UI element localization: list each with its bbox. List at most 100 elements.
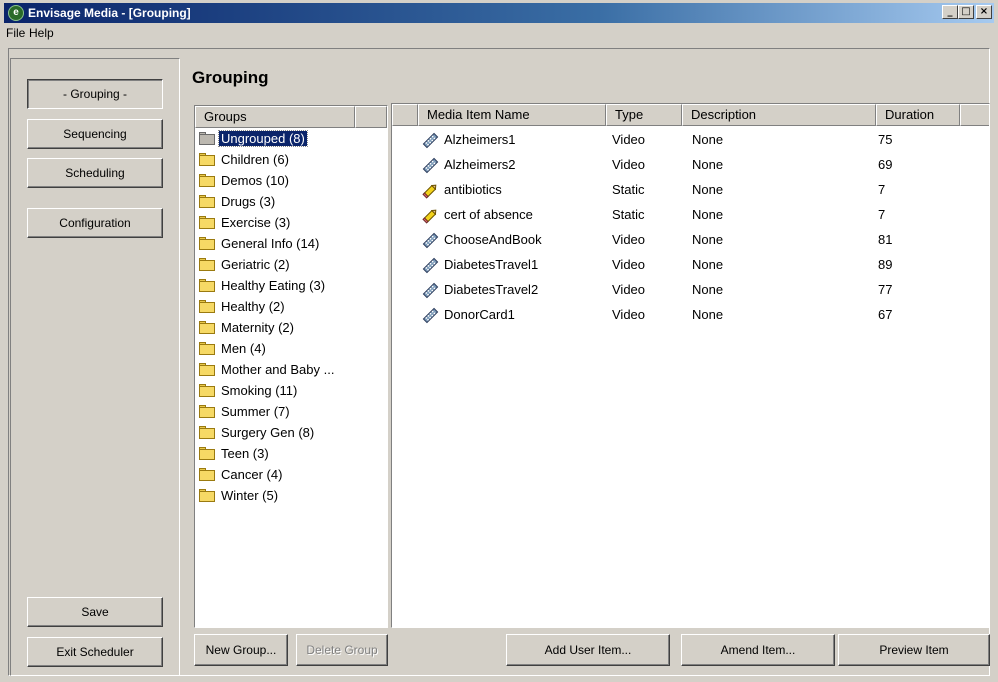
- group-item-label: Healthy (2): [221, 298, 285, 314]
- media-duration-cell: 7: [878, 182, 886, 197]
- menu-file[interactable]: File: [6, 26, 25, 40]
- group-item-label: Men (4): [221, 340, 266, 356]
- page-title: Grouping: [192, 68, 269, 87]
- media-type-cell: Static: [612, 182, 645, 197]
- group-item-label: Smoking (11): [221, 382, 298, 398]
- col-header-type[interactable]: Type: [606, 104, 682, 126]
- icon-column-header[interactable]: [392, 104, 418, 126]
- group-item[interactable]: Smoking (11): [199, 380, 299, 400]
- folder-icon: [199, 383, 215, 397]
- media-name-cell: ChooseAndBook: [444, 232, 542, 247]
- media-description-cell: None: [692, 157, 724, 172]
- group-item[interactable]: General Info (14): [199, 233, 321, 253]
- media-description-cell: None: [692, 132, 724, 147]
- media-name-cell: Alzheimers2: [444, 157, 516, 172]
- sidebar: - Grouping - Sequencing Scheduling Confi…: [10, 58, 180, 676]
- table-row[interactable]: DiabetesTravel1 Video None 89: [392, 253, 989, 278]
- group-item[interactable]: Children (6): [199, 149, 291, 169]
- minimize-button[interactable]: _: [942, 5, 958, 19]
- media-description-cell: None: [692, 207, 724, 222]
- table-row[interactable]: antibiotics Static None 7: [392, 178, 989, 203]
- media-name-cell: DonorCard1: [444, 307, 515, 322]
- nav-sequencing-button[interactable]: Sequencing: [27, 119, 163, 149]
- nav-scheduling-button[interactable]: Scheduling: [27, 158, 163, 188]
- media-duration-cell: 77: [878, 282, 893, 297]
- group-item[interactable]: Maternity (2): [199, 317, 296, 337]
- folder-icon: [199, 320, 215, 334]
- col-header-duration[interactable]: Duration: [876, 104, 960, 126]
- table-row[interactable]: ChooseAndBook Video None 81: [392, 228, 989, 253]
- group-item[interactable]: Ungrouped (8): [199, 128, 308, 148]
- table-row[interactable]: cert of absence Static None 7: [392, 203, 989, 228]
- preview-item-button[interactable]: Preview Item: [838, 634, 990, 666]
- table-row[interactable]: Alzheimers1 Video None 75: [392, 128, 989, 153]
- folder-icon: [199, 278, 215, 292]
- folder-icon: [199, 257, 215, 271]
- group-item-label: Exercise (3): [221, 214, 291, 230]
- col-header-name[interactable]: Media Item Name: [418, 104, 606, 126]
- folder-icon: [199, 299, 215, 313]
- add-user-item-button[interactable]: Add User Item...: [506, 634, 670, 666]
- group-item-label: Summer (7): [221, 403, 290, 419]
- group-item[interactable]: Healthy Eating (3): [199, 275, 327, 295]
- video-icon: [422, 232, 439, 249]
- group-item-label: Geriatric (2): [221, 256, 290, 272]
- save-button[interactable]: Save: [27, 597, 163, 627]
- group-item[interactable]: Men (4): [199, 338, 268, 358]
- table-row[interactable]: Alzheimers2 Video None 69: [392, 153, 989, 178]
- group-item[interactable]: Surgery Gen (8): [199, 422, 316, 442]
- group-item[interactable]: Winter (5): [199, 485, 280, 505]
- group-item-label: Ungrouped (8): [218, 129, 308, 147]
- group-item-label: Children (6): [221, 151, 289, 167]
- folder-icon: [199, 215, 215, 229]
- video-icon: [422, 282, 439, 299]
- group-item[interactable]: Demos (10): [199, 170, 291, 190]
- video-icon: [422, 157, 439, 174]
- group-item-label: Surgery Gen (8): [221, 424, 315, 440]
- media-name-cell: cert of absence: [444, 207, 533, 222]
- group-item[interactable]: Geriatric (2): [199, 254, 292, 274]
- media-duration-cell: 67: [878, 307, 893, 322]
- media-description-cell: None: [692, 257, 724, 272]
- static-icon: [422, 207, 439, 224]
- media-type-cell: Video: [612, 157, 646, 172]
- video-icon: [422, 132, 439, 149]
- media-items-table[interactable]: Media Item Name Type Description Duratio…: [391, 103, 990, 628]
- menu-help[interactable]: Help: [29, 26, 54, 40]
- media-duration-cell: 81: [878, 232, 893, 247]
- media-type-cell: Video: [612, 232, 646, 247]
- media-type-cell: Video: [612, 307, 646, 322]
- folder-icon: [199, 425, 215, 439]
- group-item[interactable]: Summer (7): [199, 401, 292, 421]
- col-header-description[interactable]: Description: [682, 104, 876, 126]
- close-button[interactable]: ×: [976, 5, 992, 19]
- media-description-cell: None: [692, 282, 724, 297]
- table-row[interactable]: DonorCard1 Video None 67: [392, 303, 989, 328]
- new-group-button[interactable]: New Group...: [194, 634, 288, 666]
- table-row[interactable]: DiabetesTravel2 Video None 77: [392, 278, 989, 303]
- groups-list[interactable]: Groups Ungrouped (8) Children (6) Demos (1…: [194, 105, 388, 628]
- group-item[interactable]: Teen (3): [199, 443, 271, 463]
- maximize-button[interactable]: □: [958, 5, 974, 19]
- folder-icon: [199, 173, 215, 187]
- group-item[interactable]: Mother and Baby ...: [199, 359, 336, 379]
- media-duration-cell: 7: [878, 207, 886, 222]
- group-item[interactable]: Drugs (3): [199, 191, 277, 211]
- amend-item-button[interactable]: Amend Item...: [681, 634, 835, 666]
- group-item[interactable]: Cancer (4): [199, 464, 284, 484]
- media-duration-cell: 75: [878, 132, 893, 147]
- media-name-cell: DiabetesTravel2: [444, 282, 539, 297]
- media-type-cell: Video: [612, 132, 646, 147]
- app-logo-icon: e: [8, 5, 24, 21]
- window-title: Envisage Media - [Grouping]: [28, 6, 191, 20]
- folder-icon: [199, 446, 215, 460]
- delete-group-button[interactable]: Delete Group: [296, 634, 388, 666]
- nav-grouping-button[interactable]: - Grouping -: [27, 79, 163, 109]
- group-item[interactable]: Exercise (3): [199, 212, 292, 232]
- nav-configuration-button[interactable]: Configuration: [27, 208, 163, 238]
- groups-column-header[interactable]: Groups: [195, 106, 355, 128]
- media-description-cell: None: [692, 307, 724, 322]
- group-item-label: Drugs (3): [221, 193, 276, 209]
- group-item[interactable]: Healthy (2): [199, 296, 287, 316]
- exit-scheduler-button[interactable]: Exit Scheduler: [27, 637, 163, 667]
